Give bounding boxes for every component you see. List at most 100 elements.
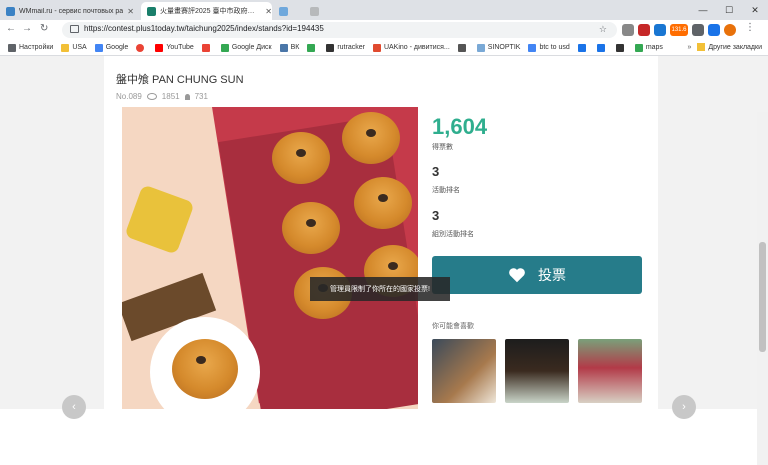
stand-number: No.089: [116, 92, 142, 101]
bookmark-item[interactable]: USA: [61, 43, 87, 52]
other-bookmarks[interactable]: » Другие закладки: [687, 43, 762, 51]
extension-icon[interactable]: [654, 24, 666, 36]
extension-icon[interactable]: [638, 24, 650, 36]
back-icon[interactable]: ←: [6, 23, 16, 34]
plate: [150, 317, 260, 409]
bookmark-item[interactable]: ВК: [279, 43, 299, 52]
bookmark-item[interactable]: [201, 43, 213, 52]
bookmark-label: Настройки: [19, 44, 54, 51]
bookmark-item[interactable]: Настройки: [8, 43, 54, 52]
google-icon: [94, 43, 103, 52]
bookmark-label: Google: [105, 44, 129, 51]
bookmark-item[interactable]: [457, 43, 469, 52]
browser-toolbar: ← → ↻ https://contest.plus1today.tw/taic…: [0, 20, 768, 40]
site-icon: [577, 43, 586, 52]
youtube-icon: [155, 43, 164, 52]
view-count: 1851: [161, 92, 180, 101]
extensions-icon[interactable]: [692, 24, 704, 36]
maximize-icon[interactable]: ☐: [716, 0, 742, 20]
recommended-item[interactable]: [505, 339, 569, 403]
tab-contest[interactable]: 火量畫賽評2025 臺中市政府青年局 ✕: [141, 2, 272, 20]
bookmark-item[interactable]: [307, 43, 318, 52]
page-viewport: 盤中飧 PAN CHUNG SUN No.089 1851 731 1,604 …: [0, 56, 768, 465]
person-icon: [184, 93, 190, 100]
maps-icon: [634, 43, 643, 52]
tab-group-collapsed[interactable]: [304, 2, 684, 20]
bookmark-item[interactable]: Google Диск: [220, 43, 272, 52]
bookmark-item[interactable]: [596, 43, 608, 52]
extension-badge-icon[interactable]: 131.6: [670, 24, 688, 36]
bookmark-label: btc to usd: [539, 44, 570, 51]
tab-wmmail[interactable]: WMmail.ru - сервис почтовых ра ✕: [0, 2, 140, 20]
bookmark-item[interactable]: SINOPTIK: [476, 43, 521, 52]
site-icon: [136, 43, 145, 52]
vote-restriction-tooltip: 管理員限制了你所在的國家投票!: [310, 277, 450, 301]
window-close-icon[interactable]: ✕: [742, 0, 768, 20]
tab-title: WMmail.ru - сервис почтовых ра: [19, 7, 124, 15]
bookmark-label: maps: [645, 44, 663, 51]
profile-avatar[interactable]: [724, 24, 736, 36]
bookmarks-bar: Настройки USA Google YouTube Google Диск…: [0, 40, 768, 56]
prev-arrow-button[interactable]: ‹: [62, 395, 86, 419]
download-icon[interactable]: [708, 24, 720, 36]
bookmark-item[interactable]: maps: [634, 43, 663, 52]
bookmark-item[interactable]: [136, 43, 147, 52]
vote-count-label: 得票數: [432, 144, 453, 151]
google-icon: [528, 43, 537, 52]
bookmark-item[interactable]: rutracker: [326, 43, 365, 52]
recommended-item[interactable]: [432, 339, 496, 403]
folder-icon: [61, 43, 70, 52]
gmail-icon: [201, 43, 210, 52]
bookmark-item[interactable]: UAKino - дивитися...: [372, 43, 450, 52]
forward-icon[interactable]: →: [22, 23, 32, 34]
bookmark-label: USA: [72, 44, 87, 51]
bookmark-item[interactable]: btc to usd: [528, 43, 570, 52]
close-icon[interactable]: ✕: [127, 7, 134, 16]
rank-label: 活動排名: [432, 187, 460, 194]
url-text[interactable]: https://contest.plus1today.tw/taichung20…: [84, 24, 324, 33]
rank-value: 3: [432, 164, 440, 179]
close-icon[interactable]: ✕: [265, 7, 272, 16]
tab-strip: WMmail.ru - сервис почтовых ра ✕ 火量畫賽評20…: [0, 0, 768, 20]
minimize-icon[interactable]: —: [690, 0, 716, 20]
star-icon[interactable]: ☆: [599, 24, 607, 35]
scrollbar[interactable]: [757, 112, 768, 465]
tab-title: 火量畫賽評2025 臺中市政府青年局: [160, 8, 262, 15]
stand-detail: 盤中飧 PAN CHUNG SUN No.089 1851 731 1,604 …: [104, 56, 658, 409]
menu-icon[interactable]: ⋮: [745, 22, 755, 33]
reload-icon[interactable]: ↻: [40, 23, 48, 34]
lock-icon: [70, 25, 79, 33]
vote-button[interactable]: 投票: [432, 256, 642, 294]
drive-icon: [220, 43, 229, 52]
tab-other[interactable]: [273, 2, 303, 20]
site-icon: [615, 43, 624, 52]
extension-icon[interactable]: [622, 24, 634, 36]
like-count: 731: [194, 92, 208, 101]
stand-photo: [122, 107, 418, 409]
bookmark-item[interactable]: YouTube: [155, 43, 194, 52]
tab-favicon: [279, 6, 288, 16]
heart-icon: [509, 268, 525, 283]
bookmark-label: YouTube: [166, 44, 194, 51]
recommended-item[interactable]: [578, 339, 642, 403]
vote-count: 1,604: [432, 114, 488, 139]
eye-icon: [146, 93, 157, 100]
bookmark-label: Google Диск: [231, 44, 272, 51]
may-like-heading: 你可能會喜歡: [432, 323, 474, 330]
tab-favicon: [310, 6, 319, 16]
bookmark-item[interactable]: [615, 43, 627, 52]
address-bar[interactable]: https://contest.plus1today.tw/taichung20…: [62, 22, 617, 38]
vote-button-label: 投票: [538, 267, 566, 283]
site-icon: [457, 43, 466, 52]
next-arrow-button[interactable]: ›: [672, 395, 696, 419]
tab-favicon: [147, 6, 156, 16]
gear-icon: [8, 43, 16, 52]
chevron-right-icon[interactable]: »: [687, 44, 691, 51]
tab-favicon: [6, 6, 15, 16]
bookmark-label: SINOPTIK: [487, 44, 521, 51]
folder-icon: [697, 43, 706, 51]
scrollbar-thumb[interactable]: [759, 242, 766, 352]
bookmark-item[interactable]: [577, 43, 589, 52]
group-rank-label: 組別活動排名: [432, 231, 474, 238]
bookmark-item[interactable]: Google: [94, 43, 129, 52]
